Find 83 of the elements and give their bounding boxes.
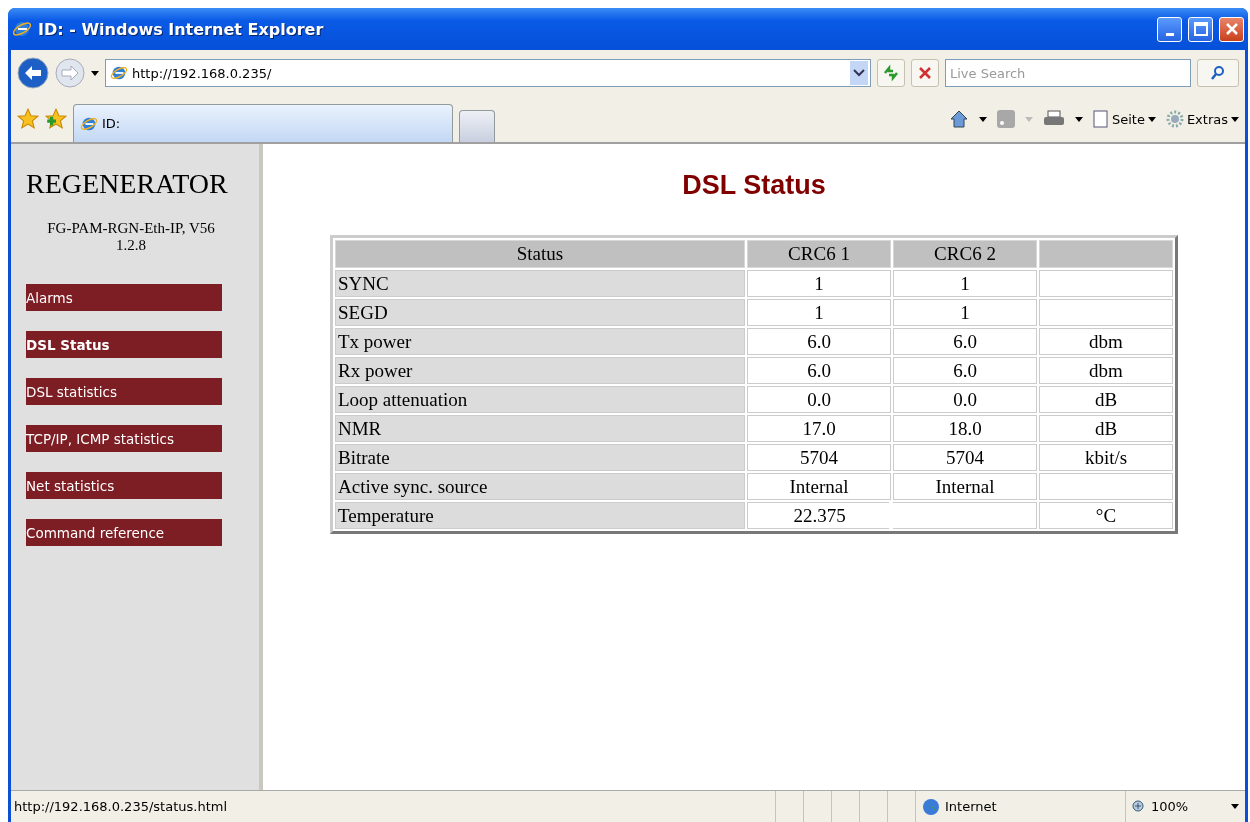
- row-label: Active sync. source: [335, 473, 745, 500]
- table-cell: 6.0: [747, 357, 891, 384]
- zoom-icon: [1132, 799, 1146, 814]
- browser-tab[interactable]: ID:: [73, 104, 453, 142]
- zoom-control[interactable]: 100%: [1125, 791, 1245, 822]
- browser-icon: [12, 19, 32, 39]
- search-icon: [1210, 65, 1226, 81]
- toolbar-menu[interactable]: Extras: [1165, 110, 1239, 128]
- minimize-icon: [1165, 32, 1174, 36]
- table-cell: dbm: [1039, 328, 1173, 355]
- nav-link[interactable]: DSL statistics: [26, 378, 222, 405]
- table-cell: Internal: [747, 473, 891, 500]
- table-cell: 5704: [747, 444, 891, 471]
- star-icon[interactable]: [17, 108, 39, 130]
- back-button[interactable]: [17, 57, 49, 89]
- table-cell: 1: [893, 299, 1037, 326]
- table-cell: 6.0: [893, 357, 1037, 384]
- row-label: SEGD: [335, 299, 745, 326]
- row-label: Tx power: [335, 328, 745, 355]
- nav-link[interactable]: Net statistics: [26, 472, 222, 499]
- caret-icon[interactable]: [978, 116, 987, 122]
- table-cell: 1: [747, 299, 891, 326]
- row-label: Bitrate: [335, 444, 745, 471]
- row-label: SYNC: [335, 270, 745, 297]
- column-header: CRC6 2: [893, 240, 1037, 268]
- refresh-icon: [882, 64, 900, 82]
- row-label: Temperature: [335, 502, 745, 529]
- table-cell: dB: [1039, 386, 1173, 413]
- page-heading: DSL Status: [682, 170, 826, 201]
- search-button[interactable]: [1197, 59, 1239, 87]
- table-cell: 6.0: [893, 328, 1037, 355]
- home-icon[interactable]: [948, 109, 969, 129]
- caret-icon[interactable]: [91, 70, 99, 76]
- search-field[interactable]: Live Search: [945, 59, 1191, 87]
- globe-icon: [922, 797, 940, 816]
- caret-icon[interactable]: [1231, 804, 1239, 809]
- column-header: CRC6 1: [747, 240, 891, 268]
- table-cell: 18.0: [893, 415, 1037, 442]
- table-cell: °C: [1039, 502, 1173, 529]
- minimize-button[interactable]: [1157, 16, 1182, 42]
- table-cell: 1: [893, 270, 1037, 297]
- table-cell: 0.0: [747, 386, 891, 413]
- maximize-icon: [1193, 22, 1208, 36]
- table-cell: 22.375: [747, 502, 891, 529]
- row-label: NMR: [335, 415, 745, 442]
- device-title: REGENERATOR: [26, 168, 229, 200]
- table-cell: dB: [1039, 415, 1173, 442]
- table-cell: 1: [747, 270, 891, 297]
- address-field[interactable]: http://192.168.0.235/: [105, 59, 871, 87]
- dropdown-icon[interactable]: [850, 61, 868, 85]
- nav-link[interactable]: DSL Status: [26, 331, 222, 358]
- maximize-button[interactable]: [1188, 16, 1213, 42]
- add-favorite-icon[interactable]: [45, 108, 67, 130]
- browser-icon: [110, 64, 128, 82]
- stop-icon: [917, 65, 933, 81]
- table-cell: kbit/s: [1039, 444, 1173, 471]
- page-icon: [1092, 110, 1109, 128]
- table-cell: 17.0: [747, 415, 891, 442]
- table-cell: 0.0: [893, 386, 1037, 413]
- nav-link[interactable]: Alarms: [26, 284, 222, 311]
- firmware-version: 1.2.8: [115, 237, 147, 254]
- gear-icon: [1165, 110, 1184, 128]
- caret-icon[interactable]: [1074, 116, 1083, 122]
- table-cell: Internal: [893, 473, 1037, 500]
- caret-icon[interactable]: [1147, 116, 1156, 122]
- close-button[interactable]: [1219, 16, 1244, 42]
- caret-icon[interactable]: [1231, 116, 1239, 122]
- security-zone: Internet: [945, 799, 997, 814]
- window-title: ID: - Windows Internet Explorer: [38, 19, 325, 39]
- status-url: http://192.168.0.235/status.html: [13, 799, 228, 814]
- table-cell: 5704: [893, 444, 1037, 471]
- device-model: FG-PAM-RGN-Eth-IP, V56: [46, 220, 216, 237]
- table-cell: 6.0: [747, 328, 891, 355]
- refresh-button[interactable]: [877, 59, 905, 87]
- row-label: Rx power: [335, 357, 745, 384]
- close-icon: [1224, 22, 1239, 36]
- table-cell: dbm: [1039, 357, 1173, 384]
- row-label: Loop attenuation: [335, 386, 745, 413]
- column-header: Status: [335, 240, 745, 268]
- nav-link[interactable]: Command reference: [26, 519, 222, 546]
- stop-button[interactable]: [911, 59, 939, 87]
- toolbar-menu[interactable]: Seite: [1092, 110, 1156, 128]
- nav-link[interactable]: TCP/IP, ICMP statistics: [26, 425, 222, 452]
